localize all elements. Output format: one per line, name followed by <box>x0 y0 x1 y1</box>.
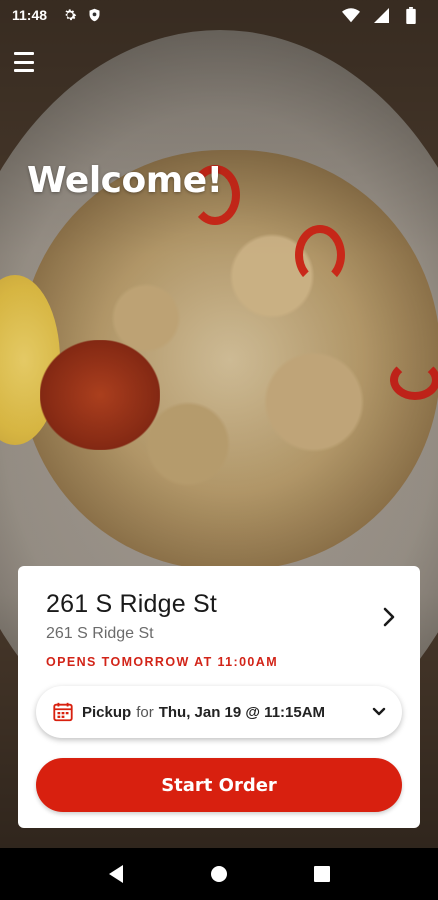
cellular-icon <box>372 6 390 24</box>
status-time: 11:48 <box>12 7 48 23</box>
system-nav-bar <box>0 848 438 900</box>
order-mode: Pickup <box>82 703 132 721</box>
hours-status: OPENS TOMORROW AT 11:00AM <box>46 655 279 669</box>
welcome-heading: Welcome! <box>27 160 223 201</box>
hamburger-menu-icon[interactable] <box>14 50 42 74</box>
order-mode-connector: for <box>136 703 154 721</box>
back-icon[interactable] <box>104 862 128 886</box>
home-icon[interactable] <box>207 862 231 886</box>
chevron-down-icon <box>372 707 386 716</box>
pickup-datetime: Thu, Jan 19 @ 11:15AM <box>158 703 326 721</box>
shield-icon <box>85 6 103 24</box>
calendar-icon <box>53 702 73 722</box>
wifi-icon <box>342 6 360 24</box>
battery-icon <box>402 6 420 24</box>
pickup-time-selector[interactable]: Pickup for Thu, Jan 19 @ 11:15AM <box>36 686 402 738</box>
location-card: 261 S Ridge St 261 S Ridge St OPENS TOMO… <box>18 566 420 828</box>
start-order-button[interactable]: Start Order <box>36 758 402 812</box>
recents-icon[interactable] <box>310 862 334 886</box>
location-name: 261 S Ridge St <box>46 590 217 618</box>
status-bar: 11:48 <box>0 0 438 30</box>
location-header[interactable]: 261 S Ridge St 261 S Ridge St OPENS TOMO… <box>46 590 402 669</box>
location-address: 261 S Ridge St <box>46 625 154 642</box>
settings-icon <box>61 6 79 24</box>
chevron-right-icon[interactable] <box>382 606 396 628</box>
